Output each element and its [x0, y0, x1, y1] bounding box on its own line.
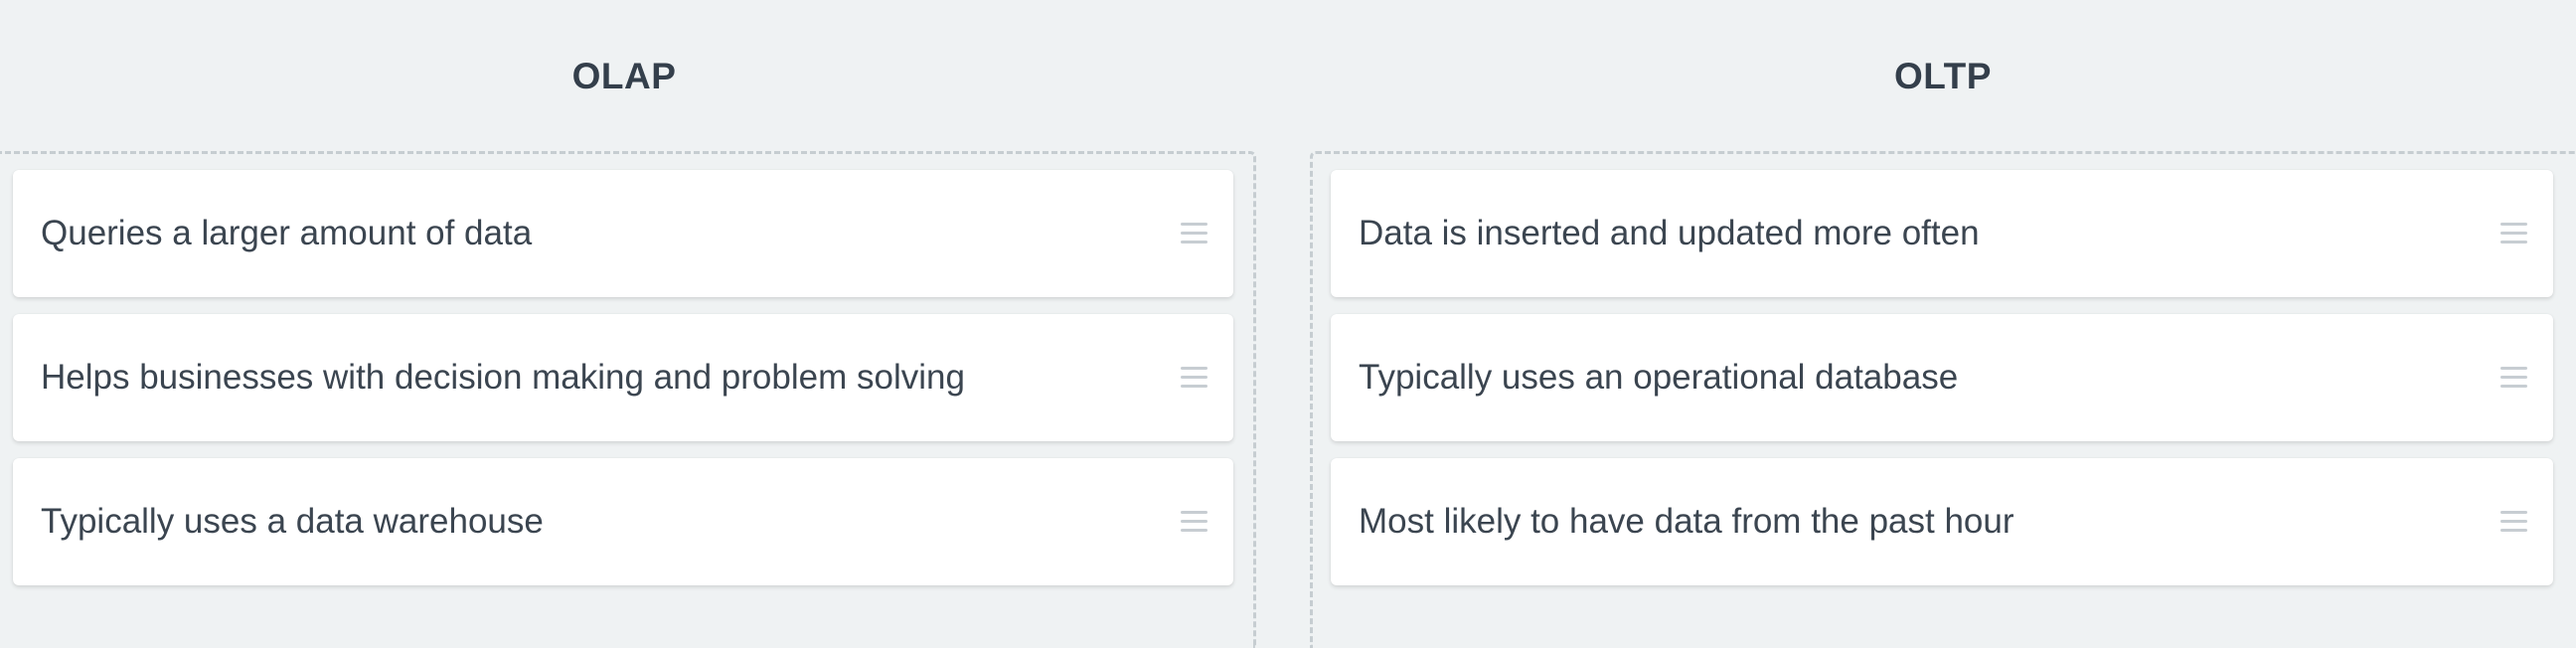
draggable-card[interactable]: Most likely to have data from the past h… [1331, 458, 2553, 585]
draggable-card[interactable]: Typically uses a data warehouse [13, 458, 1233, 585]
draggable-card[interactable]: Helps businesses with decision making an… [13, 314, 1233, 441]
drag-handle-icon[interactable] [1181, 366, 1208, 390]
card-label: Data is inserted and updated more often [1359, 214, 1980, 252]
column-title-oltp: OLTP [1894, 56, 1992, 96]
drag-handle-icon[interactable] [2500, 222, 2527, 245]
card-label: Typically uses an operational database [1359, 358, 1959, 397]
column-title-olap: OLAP [571, 56, 677, 96]
drag-handle-icon[interactable] [2500, 366, 2527, 390]
draggable-card[interactable]: Typically uses an operational database [1331, 314, 2553, 441]
drag-handle-icon[interactable] [1181, 222, 1208, 245]
card-label: Queries a larger amount of data [41, 214, 533, 252]
drag-handle-icon[interactable] [1181, 510, 1208, 534]
card-label: Helps businesses with decision making an… [41, 358, 965, 397]
card-label: Typically uses a data warehouse [41, 502, 544, 541]
draggable-card[interactable]: Data is inserted and updated more often [1331, 170, 2553, 297]
draggable-card[interactable]: Queries a larger amount of data [13, 170, 1233, 297]
card-label: Most likely to have data from the past h… [1359, 502, 2014, 541]
drag-handle-icon[interactable] [2500, 510, 2527, 534]
